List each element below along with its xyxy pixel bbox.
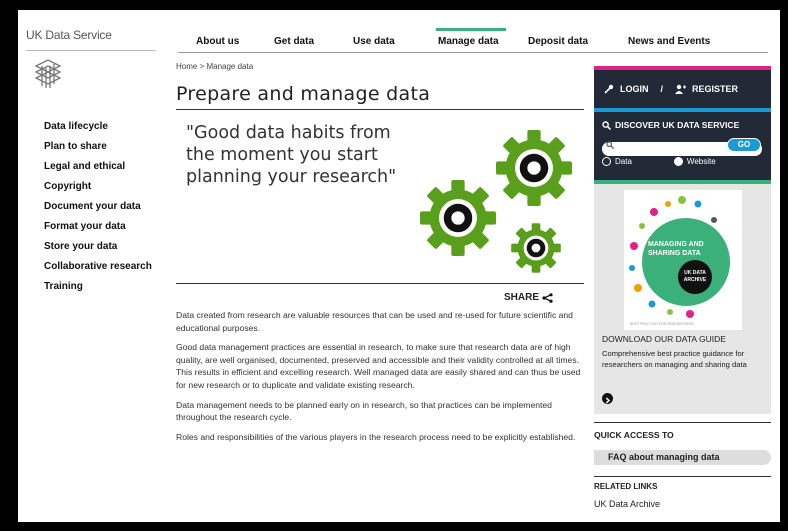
title-divider [176, 109, 584, 110]
paragraph: Data created from research are valuable … [176, 310, 573, 333]
guide-heading[interactable]: DOWNLOAD OUR DATA GUIDE [602, 334, 726, 344]
gears-illustration-icon [420, 130, 572, 273]
share-button[interactable]: SHARE [504, 292, 553, 303]
quick-access-divider [594, 422, 771, 423]
search-icon [602, 120, 611, 130]
guide-cover-title: MANAGING AND SHARING DATA [648, 241, 704, 257]
related-links-title: RELATED LINKS [594, 482, 658, 491]
search-input-icon [606, 141, 614, 149]
discover-panel: DISCOVER UK DATA SERVICE GO Data Website [594, 112, 771, 180]
nav-divider [178, 52, 768, 53]
site-logo-text[interactable]: UK Data Service [26, 28, 112, 42]
sidebar-item-training[interactable]: Training [44, 280, 174, 300]
radio-website[interactable] [673, 157, 683, 166]
nav-active-indicator [436, 28, 506, 31]
radio-data[interactable] [602, 157, 611, 166]
logo-icon[interactable] [32, 56, 64, 92]
nav-manage-data[interactable]: Manage data [438, 36, 499, 47]
user-add-icon [675, 84, 687, 94]
go-button[interactable]: GO [727, 138, 761, 152]
chevron-right-icon [605, 397, 611, 404]
share-icon [542, 292, 553, 303]
right-column: LOGIN / REGISTER DISCOVER UK DATA SERVIC… [594, 66, 771, 414]
key-icon [604, 84, 614, 94]
page-title: Prepare and manage data [176, 83, 431, 105]
faq-managing-data-button[interactable]: FAQ about managing data [594, 450, 771, 465]
guide-cover-image[interactable]: MANAGING AND SHARING DATA UK DATA ARCHIV… [624, 190, 742, 330]
account-bar: LOGIN / REGISTER [594, 70, 771, 108]
radio-website-label: Website [686, 157, 716, 166]
sidebar-item-plan-to-share[interactable]: Plan to share [44, 140, 174, 160]
sidebar-item-document-your-data[interactable]: Document your data [44, 200, 174, 220]
share-label: SHARE [504, 292, 540, 303]
paragraph: Roles and responsibilities of the variou… [176, 431, 576, 442]
nav-get-data[interactable]: Get data [274, 36, 314, 47]
guide-cover-footer: BEST PRACTICE FOR RESEARCHERS [630, 322, 694, 326]
sidebar-navigation: Data lifecycle Plan to share Legal and e… [44, 120, 174, 300]
related-links-divider [594, 476, 771, 477]
sidebar-item-collaborative-research[interactable]: Collaborative research [44, 260, 174, 280]
breadcrumb[interactable]: Home > Manage data [176, 62, 253, 71]
page-frame: UK Data Service About us Get data Use da… [18, 10, 780, 522]
related-link-uk-data-archive[interactable]: UK Data Archive [594, 499, 660, 509]
sidebar-item-format-your-data[interactable]: Format your data [44, 220, 174, 240]
sidebar-item-legal-and-ethical[interactable]: Legal and ethical [44, 160, 174, 180]
quick-access-title: QUICK ACCESS TO [594, 430, 674, 440]
discover-heading: DISCOVER UK DATA SERVICE [615, 120, 740, 130]
nav-deposit-data[interactable]: Deposit data [528, 36, 588, 47]
data-guide-panel: MANAGING AND SHARING DATA UK DATA ARCHIV… [594, 184, 771, 414]
sidebar-item-store-your-data[interactable]: Store your data [44, 240, 174, 260]
nav-about-us[interactable]: About us [196, 36, 239, 47]
guide-arrow-button[interactable] [602, 393, 613, 404]
top-navigation: About us Get data Use data Manage data D… [178, 28, 768, 54]
main-content: Data created from research are valuable … [176, 309, 584, 450]
account-separator: / [660, 84, 664, 94]
register-link[interactable]: REGISTER [692, 84, 738, 94]
login-link[interactable]: LOGIN [620, 84, 649, 94]
hero-divider [176, 283, 584, 284]
logo-divider [26, 50, 156, 51]
guide-cover-art-icon [629, 196, 730, 318]
nav-news-and-events[interactable]: News and Events [628, 36, 710, 47]
guide-cover-badge: UK DATA ARCHIVE [678, 260, 712, 294]
nav-use-data[interactable]: Use data [353, 36, 395, 47]
guide-description: Comprehensive best practice guidance for… [602, 349, 747, 369]
sidebar-item-copyright[interactable]: Copyright [44, 180, 174, 200]
hero-quote: "Good data habits from the moment you st… [186, 123, 397, 187]
sidebar-item-data-lifecycle[interactable]: Data lifecycle [44, 120, 174, 140]
radio-data-label: Data [615, 157, 632, 166]
paragraph: Data management needs to be planned earl… [176, 399, 552, 423]
paragraph: Good data management practices are essen… [176, 342, 581, 390]
